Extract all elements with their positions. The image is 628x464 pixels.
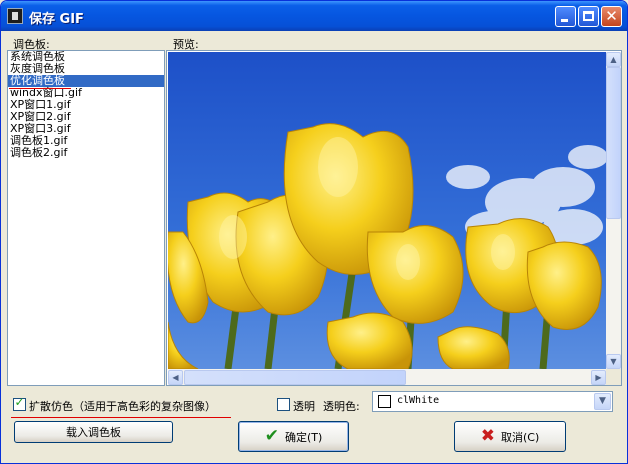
scroll-right-button[interactable]: ▶ bbox=[591, 370, 606, 385]
save-gif-dialog: 保存 GIF ✕ 调色板: 预览: 系统调色板 灰度调色板 优化调色板 wind… bbox=[0, 0, 628, 464]
transparent-color-select[interactable]: clWhite ▼ bbox=[372, 391, 613, 412]
dropdown-button[interactable]: ▼ bbox=[594, 393, 611, 410]
annotation-underline bbox=[11, 417, 231, 418]
app-icon bbox=[7, 8, 23, 24]
minimize-icon bbox=[561, 19, 568, 22]
preview-vertical-scrollbar[interactable]: ▲ ▼ bbox=[606, 52, 621, 369]
cancel-button[interactable]: ✖ 取消(C) bbox=[454, 421, 566, 452]
maximize-icon bbox=[583, 11, 594, 21]
checkmark-icon: ✓ bbox=[14, 395, 25, 409]
palette-list[interactable]: 系统调色板 灰度调色板 优化调色板 windx窗口.gif XP窗口1.gif … bbox=[7, 50, 165, 386]
chevron-down-icon: ▼ bbox=[599, 396, 606, 406]
window-title: 保存 GIF bbox=[29, 12, 84, 27]
title-bar[interactable]: 保存 GIF ✕ bbox=[1, 1, 627, 31]
dither-label[interactable]: 扩散仿色（适用于高色彩的复杂图像） bbox=[29, 398, 216, 414]
color-swatch bbox=[378, 395, 391, 408]
load-palette-button[interactable]: 载入调色板 bbox=[14, 421, 173, 443]
vertical-scroll-thumb[interactable] bbox=[606, 67, 621, 219]
transparent-color-value: clWhite bbox=[397, 395, 440, 406]
load-palette-label: 载入调色板 bbox=[66, 426, 121, 439]
preview-pane: ▲ ▼ ◀ ▶ bbox=[166, 50, 622, 386]
ok-button[interactable]: ✔ 确定(T) bbox=[238, 421, 349, 452]
list-item[interactable]: 调色板2.gif bbox=[8, 147, 164, 159]
scroll-down-button[interactable]: ▼ bbox=[606, 354, 621, 369]
minimize-button[interactable] bbox=[555, 6, 576, 27]
scroll-left-button[interactable]: ◀ bbox=[168, 370, 183, 385]
ok-label: 确定(T) bbox=[284, 430, 323, 444]
maximize-button[interactable] bbox=[578, 6, 599, 27]
close-button[interactable]: ✕ bbox=[601, 6, 622, 27]
x-icon: ✖ bbox=[480, 426, 495, 446]
transparent-color-label: 透明色: bbox=[323, 400, 360, 413]
horizontal-scroll-thumb[interactable] bbox=[184, 370, 406, 385]
scroll-corner bbox=[606, 369, 621, 385]
tulip-photo bbox=[168, 52, 606, 369]
annotation-underline bbox=[9, 88, 71, 89]
close-icon: ✕ bbox=[605, 7, 618, 25]
cancel-label: 取消(C) bbox=[500, 430, 540, 444]
preview-image bbox=[168, 52, 606, 369]
transparent-checkbox[interactable] bbox=[277, 398, 290, 411]
transparent-label[interactable]: 透明 bbox=[293, 398, 315, 414]
checkmark-icon: ✔ bbox=[264, 426, 279, 446]
dither-checkbox[interactable]: ✓ bbox=[13, 395, 26, 411]
scroll-up-button[interactable]: ▲ bbox=[606, 52, 621, 67]
preview-horizontal-scrollbar[interactable]: ◀ ▶ bbox=[168, 369, 606, 385]
